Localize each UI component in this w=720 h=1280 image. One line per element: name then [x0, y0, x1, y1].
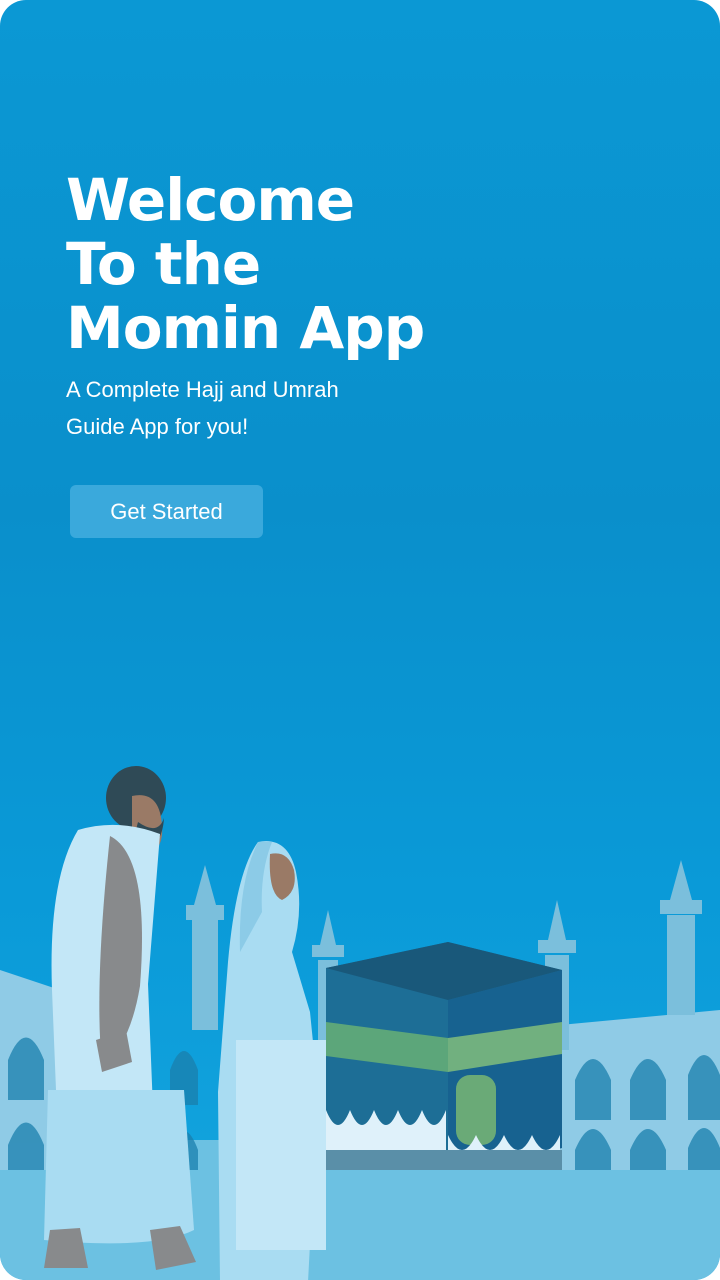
title-line-3: Momin App: [66, 294, 425, 362]
title-line-1: Welcome: [66, 166, 355, 234]
woman-pilgrim: [218, 841, 326, 1280]
title-line-2: To the: [66, 230, 261, 298]
kaaba: [326, 942, 562, 1170]
welcome-screen: Welcome To the Momin App A Complete Hajj…: [0, 0, 720, 1280]
man-pilgrim: [44, 766, 196, 1270]
subtitle-line-1: A Complete Hajj and Umrah: [66, 377, 339, 402]
get-started-button[interactable]: Get Started: [70, 485, 263, 538]
welcome-subtitle: A Complete Hajj and Umrah Guide App for …: [66, 371, 426, 445]
right-colonnade: [560, 1010, 720, 1170]
kaaba-pilgrims-illustration: [0, 766, 720, 1280]
welcome-title: Welcome To the Momin App: [66, 166, 425, 362]
subtitle-line-2: Guide App for you!: [66, 414, 249, 439]
